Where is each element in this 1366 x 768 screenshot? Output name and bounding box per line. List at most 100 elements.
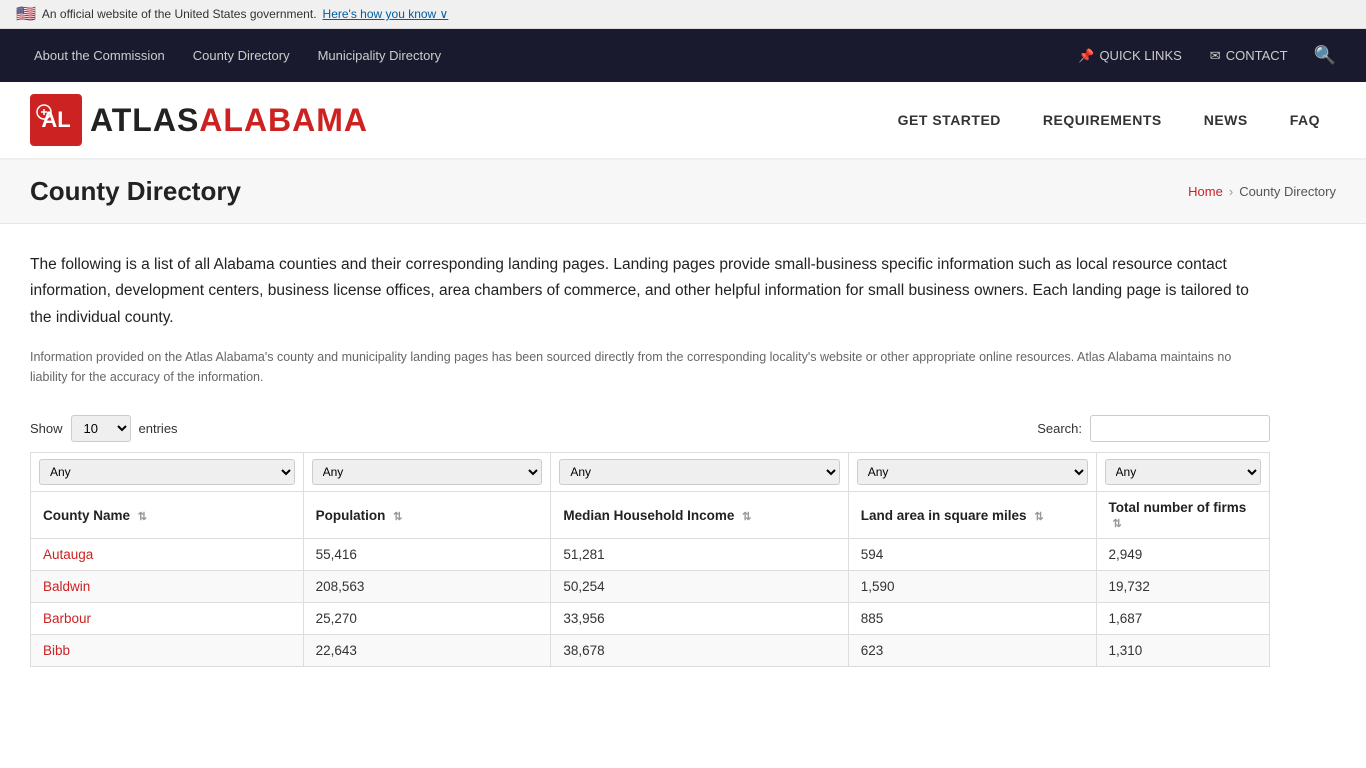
breadcrumb: Home › County Directory xyxy=(1188,184,1336,199)
breadcrumb-current: County Directory xyxy=(1239,184,1336,199)
top-nav: About the Commission County Directory Mu… xyxy=(0,29,1366,82)
mail-icon: ✉ xyxy=(1210,48,1221,64)
cell-income: 33,956 xyxy=(551,603,848,635)
entries-select[interactable]: 10 25 50 100 xyxy=(71,415,131,442)
breadcrumb-section: County Directory Home › County Directory xyxy=(0,160,1366,224)
top-nav-right: 📌 QUICK LINKS ✉ CONTACT 🔍 xyxy=(1066,29,1346,82)
breadcrumb-home[interactable]: Home xyxy=(1188,184,1223,199)
breadcrumb-separator: › xyxy=(1229,184,1233,199)
cell-income: 51,281 xyxy=(551,539,848,571)
contact-link[interactable]: ✉ CONTACT xyxy=(1198,32,1300,80)
page-title: County Directory xyxy=(30,176,241,207)
county-link-baldwin[interactable]: Baldwin xyxy=(43,579,90,594)
nav-requirements[interactable]: REQUIREMENTS xyxy=(1027,102,1178,138)
contact-label: CONTACT xyxy=(1226,48,1288,63)
description-main: The following is a list of all Alabama c… xyxy=(30,252,1270,331)
pin-icon: 📌 xyxy=(1078,48,1094,64)
col-header-firms[interactable]: Total number of firms ⇅ xyxy=(1096,492,1269,539)
cell-county-name: Bibb xyxy=(31,635,304,667)
cell-income: 50,254 xyxy=(551,571,848,603)
quick-links-label: QUICK LINKS xyxy=(1099,48,1181,63)
col-label-land: Land area in square miles xyxy=(861,508,1027,523)
nav-faq[interactable]: FAQ xyxy=(1274,102,1336,138)
nav-county-dir[interactable]: County Directory xyxy=(179,32,304,79)
main-header: AL ATLAS ALABAMA GET STARTED REQUIREMENT… xyxy=(0,82,1366,160)
filter-firms-select[interactable]: Any xyxy=(1105,459,1261,485)
nav-get-started[interactable]: GET STARTED xyxy=(882,102,1017,138)
table-row: Barbour 25,270 33,956 885 1,687 xyxy=(31,603,1270,635)
filter-county-select[interactable]: Any xyxy=(39,459,295,485)
table-row: Baldwin 208,563 50,254 1,590 19,732 xyxy=(31,571,1270,603)
nav-about[interactable]: About the Commission xyxy=(20,32,179,79)
search-input[interactable] xyxy=(1090,415,1270,442)
sort-icon-firms[interactable]: ⇅ xyxy=(1113,517,1122,530)
cell-population: 25,270 xyxy=(303,603,551,635)
show-label: Show xyxy=(30,421,63,436)
cell-population: 55,416 xyxy=(303,539,551,571)
col-label-income: Median Household Income xyxy=(563,508,734,523)
filter-land-select[interactable]: Any xyxy=(857,459,1088,485)
col-header-population[interactable]: Population ⇅ xyxy=(303,492,551,539)
gov-banner: 🇺🇸 An official website of the United Sta… xyxy=(0,0,1366,29)
cell-land: 1,590 xyxy=(848,571,1096,603)
show-entries: Show 10 25 50 100 entries xyxy=(30,415,178,442)
col-label-population: Population xyxy=(316,508,386,523)
cell-income: 38,678 xyxy=(551,635,848,667)
filter-row: Any Any Any Any xyxy=(31,453,1270,492)
sort-icon-population[interactable]: ⇅ xyxy=(393,510,402,523)
filter-land: Any xyxy=(848,453,1096,492)
table-controls: Show 10 25 50 100 entries Search: xyxy=(30,415,1270,442)
cell-land: 885 xyxy=(848,603,1096,635)
cell-county-name: Baldwin xyxy=(31,571,304,603)
top-nav-left: About the Commission County Directory Mu… xyxy=(20,32,455,79)
main-nav: GET STARTED REQUIREMENTS NEWS FAQ xyxy=(882,102,1336,138)
col-label-county-name: County Name xyxy=(43,508,130,523)
filter-pop-select[interactable]: Any xyxy=(312,459,543,485)
cell-population: 22,643 xyxy=(303,635,551,667)
col-header-land[interactable]: Land area in square miles ⇅ xyxy=(848,492,1096,539)
column-headers: County Name ⇅ Population ⇅ Median Househ… xyxy=(31,492,1270,539)
cell-county-name: Barbour xyxy=(31,603,304,635)
county-link-bibb[interactable]: Bibb xyxy=(43,643,70,658)
nav-news[interactable]: NEWS xyxy=(1188,102,1264,138)
cell-firms: 2,949 xyxy=(1096,539,1269,571)
table-row: Bibb 22,643 38,678 623 1,310 xyxy=(31,635,1270,667)
filter-population: Any xyxy=(303,453,551,492)
quick-links-link[interactable]: 📌 QUICK LINKS xyxy=(1066,32,1194,80)
county-link-autauga[interactable]: Autauga xyxy=(43,547,93,562)
cell-land: 594 xyxy=(848,539,1096,571)
table-row: Autauga 55,416 51,281 594 2,949 xyxy=(31,539,1270,571)
description-sub: Information provided on the Atlas Alabam… xyxy=(30,347,1270,387)
filter-firms: Any xyxy=(1096,453,1269,492)
col-label-firms: Total number of firms xyxy=(1109,500,1247,515)
cell-firms: 19,732 xyxy=(1096,571,1269,603)
cell-county-name: Autauga xyxy=(31,539,304,571)
search-label: Search: xyxy=(1037,421,1082,436)
content-area: The following is a list of all Alabama c… xyxy=(0,224,1300,695)
search-button[interactable]: 🔍 xyxy=(1304,29,1346,82)
sort-icon-land[interactable]: ⇅ xyxy=(1034,510,1043,523)
gov-banner-link[interactable]: Here's how you know ∨ xyxy=(323,7,449,21)
data-table: Any Any Any Any xyxy=(30,452,1270,667)
cell-land: 623 xyxy=(848,635,1096,667)
logo-atlas: ATLAS xyxy=(90,102,199,139)
logo-icon: AL xyxy=(30,94,82,146)
search-box: Search: xyxy=(1037,415,1270,442)
filter-income: Any xyxy=(551,453,848,492)
cell-firms: 1,687 xyxy=(1096,603,1269,635)
filter-county-name: Any xyxy=(31,453,304,492)
col-header-county-name[interactable]: County Name ⇅ xyxy=(31,492,304,539)
sort-icon-income[interactable]: ⇅ xyxy=(742,510,751,523)
col-header-income[interactable]: Median Household Income ⇅ xyxy=(551,492,848,539)
cell-population: 208,563 xyxy=(303,571,551,603)
logo-alabama: ALABAMA xyxy=(199,102,368,139)
us-flag-icon: 🇺🇸 xyxy=(16,4,36,24)
entries-label: entries xyxy=(139,421,178,436)
sort-icon-county[interactable]: ⇅ xyxy=(138,510,147,523)
cell-firms: 1,310 xyxy=(1096,635,1269,667)
filter-income-select[interactable]: Any xyxy=(559,459,839,485)
logo-area[interactable]: AL ATLAS ALABAMA xyxy=(30,82,368,158)
county-link-barbour[interactable]: Barbour xyxy=(43,611,91,626)
logo-text: ATLAS ALABAMA xyxy=(90,102,368,139)
nav-muni-dir[interactable]: Municipality Directory xyxy=(304,32,456,79)
